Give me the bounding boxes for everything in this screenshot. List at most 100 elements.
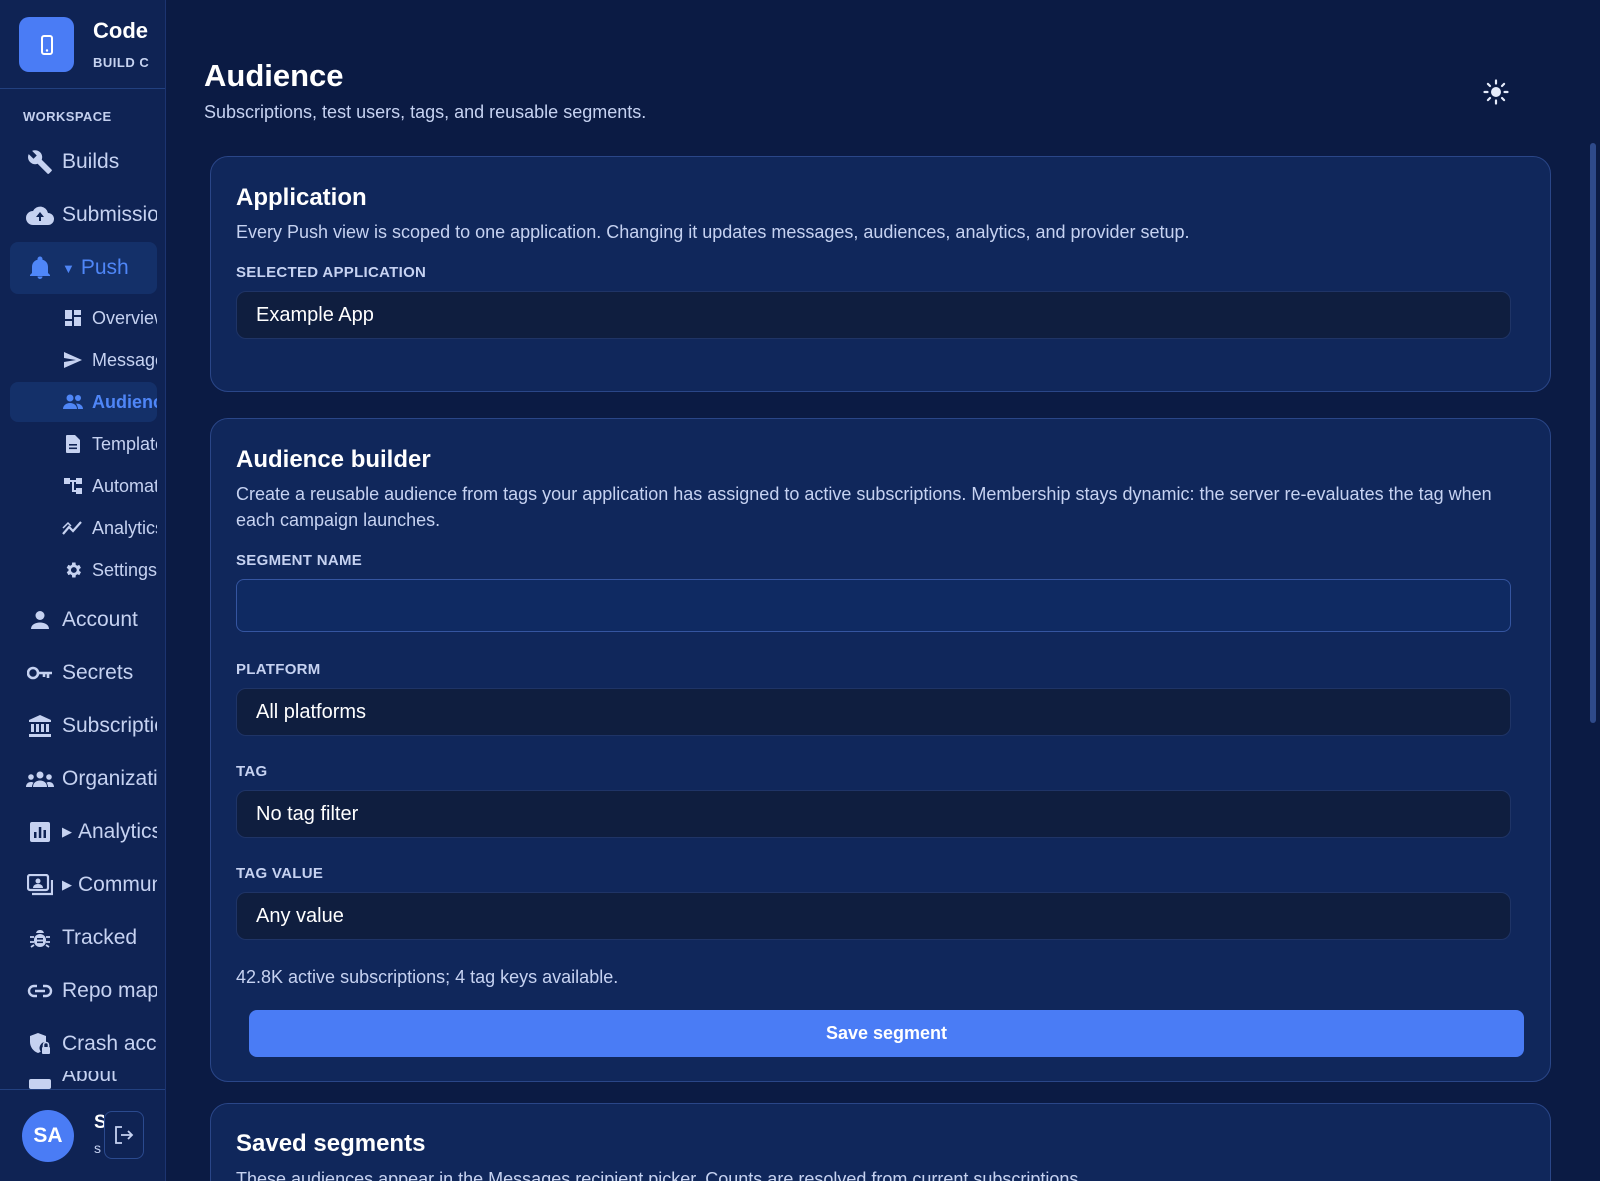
- application-select[interactable]: Example App: [236, 291, 1511, 339]
- page-title: Audience: [204, 58, 344, 93]
- sidebar-item-about[interactable]: About: [10, 1071, 157, 1089]
- sidebar-subitem-label: Analytics: [92, 517, 157, 538]
- tag-select-value: No tag filter: [256, 802, 359, 825]
- sidebar-item-label: Builds: [62, 150, 120, 173]
- sidebar-subitem-messages[interactable]: Messages: [10, 340, 157, 380]
- sidebar-item-label: Subscriptions: [62, 714, 157, 737]
- people-icon: [26, 765, 54, 793]
- brand-header: Codemagic BUILD CONSOLE: [0, 0, 165, 89]
- sidebar-subitem-settings[interactable]: Settings: [10, 550, 157, 590]
- send-icon: [62, 349, 84, 371]
- sidebar-item-label: Submissions: [62, 203, 157, 226]
- platform-label: PLATFORM: [236, 661, 321, 678]
- tag-select[interactable]: No tag filter: [236, 790, 1511, 838]
- sidebar-subitem-audience[interactable]: Audience: [10, 382, 157, 422]
- card-title: Audience builder: [236, 446, 431, 473]
- sidebar-item-label: Repo mapping: [62, 979, 157, 1002]
- segment-name-input[interactable]: [236, 579, 1511, 632]
- sidebar-item-crash-access[interactable]: Crash access: [10, 1018, 157, 1070]
- application-select-value: Example App: [256, 303, 374, 326]
- group-icon: [62, 391, 84, 413]
- sidebar-item-label: Community: [78, 873, 157, 896]
- subscription-stats: 42.8K active subscriptions; 4 tag keys a…: [236, 967, 619, 987]
- trend-icon: [62, 517, 84, 539]
- cloud-upload-icon: [26, 201, 54, 229]
- sidebar-item-tracked[interactable]: Tracked: [10, 912, 157, 964]
- brand-name: Codemagic: [93, 18, 149, 43]
- avatar[interactable]: SA: [22, 1110, 74, 1162]
- main-content: Audience Subscriptions, test users, tags…: [166, 0, 1600, 1181]
- card-description: Create a reusable audience from tags you…: [236, 484, 1492, 530]
- person-icon: [26, 606, 54, 634]
- application-card: Application Every Push view is scoped to…: [210, 156, 1551, 392]
- sidebar-subitem-automations[interactable]: Automations: [10, 466, 157, 506]
- sidebar-item-submissions[interactable]: Submissions: [10, 189, 157, 241]
- sidebar-item-label: Push: [80, 256, 129, 279]
- dashboard-icon: [62, 307, 84, 329]
- sidebar: Codemagic BUILD CONSOLE WORKSPACE Builds…: [0, 0, 166, 1181]
- sidebar-item-organizations[interactable]: Organizations: [10, 753, 157, 805]
- tag-value-select[interactable]: Any value: [236, 892, 1511, 940]
- theme-toggle-button[interactable]: [1480, 76, 1512, 108]
- sidebar-subitem-overview[interactable]: Overview: [10, 298, 157, 338]
- caret-right-icon: ▶: [62, 824, 72, 839]
- sidebar-item-community[interactable]: ▶ Community: [10, 859, 157, 911]
- chart-icon: [26, 818, 54, 846]
- sidebar-item-push[interactable]: ▼ Push: [10, 242, 157, 294]
- sidebar-item-label: Tracked: [62, 926, 138, 949]
- sidebar-subitem-label: Overview: [92, 307, 157, 328]
- sidebar-item-analytics[interactable]: ▶ Analytics: [10, 806, 157, 858]
- user-email: s: [94, 1140, 101, 1156]
- sidebar-item-subscriptions[interactable]: Subscriptions: [10, 700, 157, 752]
- platform-select[interactable]: All platforms: [236, 688, 1511, 736]
- scrollbar-thumb[interactable]: [1590, 143, 1596, 723]
- sun-icon: [1483, 79, 1509, 105]
- link-icon: [26, 977, 54, 1005]
- platform-select-value: All platforms: [256, 700, 367, 723]
- save-segment-button[interactable]: Save segment: [249, 1010, 1524, 1057]
- document-icon: [62, 433, 84, 455]
- brand-logo[interactable]: [19, 17, 74, 72]
- sidebar-subitem-label: Messages: [92, 349, 157, 370]
- tag-label: TAG: [236, 763, 268, 780]
- wrench-icon: [26, 148, 54, 176]
- tag-value-select-value: Any value: [256, 904, 344, 927]
- sidebar-item-builds[interactable]: Builds: [10, 136, 157, 188]
- sidebar-item-repo-mapping[interactable]: Repo mapping: [10, 965, 157, 1017]
- sidebar-item-label: Account: [62, 608, 138, 631]
- bank-icon: [26, 712, 54, 740]
- audience-builder-card: Audience builder Create a reusable audie…: [210, 418, 1551, 1082]
- bug-icon: [26, 924, 54, 952]
- sidebar-subitem-label: Templates: [92, 433, 157, 454]
- tag-value-label: TAG VALUE: [236, 865, 324, 882]
- caret-right-icon: ▶: [62, 877, 72, 892]
- flow-icon: [62, 475, 84, 497]
- card-title: Application: [236, 184, 367, 211]
- sidebar-item-label: Crash access: [62, 1032, 157, 1055]
- sidebar-item-label: Organizations: [62, 767, 157, 790]
- sidebar-item-label: Secrets: [62, 661, 134, 684]
- workspace-section-label: WORKSPACE: [23, 109, 112, 124]
- card-description: These audiences appear in the Messages r…: [236, 1169, 1084, 1181]
- sidebar-subitem-label: Settings: [92, 559, 157, 580]
- sidebar-footer: SA S s: [0, 1089, 165, 1181]
- logout-button[interactable]: [104, 1111, 144, 1159]
- sidebar-item-secrets[interactable]: Secrets: [10, 647, 157, 699]
- key-icon: [26, 659, 54, 687]
- page-subtitle: Subscriptions, test users, tags, and reu…: [204, 102, 647, 122]
- screen-icon: [26, 871, 54, 899]
- caret-down-icon: ▼: [62, 260, 75, 276]
- sidebar-subitem-analytics[interactable]: Analytics: [10, 508, 157, 548]
- gear-icon: [62, 559, 84, 581]
- brand-subtitle: BUILD CONSOLE: [93, 55, 149, 70]
- sidebar-subitem-label: Automations: [92, 475, 157, 496]
- info-icon: [26, 1071, 54, 1089]
- saved-segments-card: Saved segments These audiences appear in…: [210, 1103, 1551, 1181]
- sidebar-item-account[interactable]: Account: [10, 594, 157, 646]
- sidebar-subitem-templates[interactable]: Templates: [10, 424, 157, 464]
- shield-lock-icon: [26, 1030, 54, 1058]
- sidebar-subitem-label: Audience: [92, 391, 157, 412]
- phone-icon: [40, 34, 53, 55]
- selected-application-label: SELECTED APPLICATION: [236, 264, 427, 281]
- user-name: S: [94, 1112, 104, 1134]
